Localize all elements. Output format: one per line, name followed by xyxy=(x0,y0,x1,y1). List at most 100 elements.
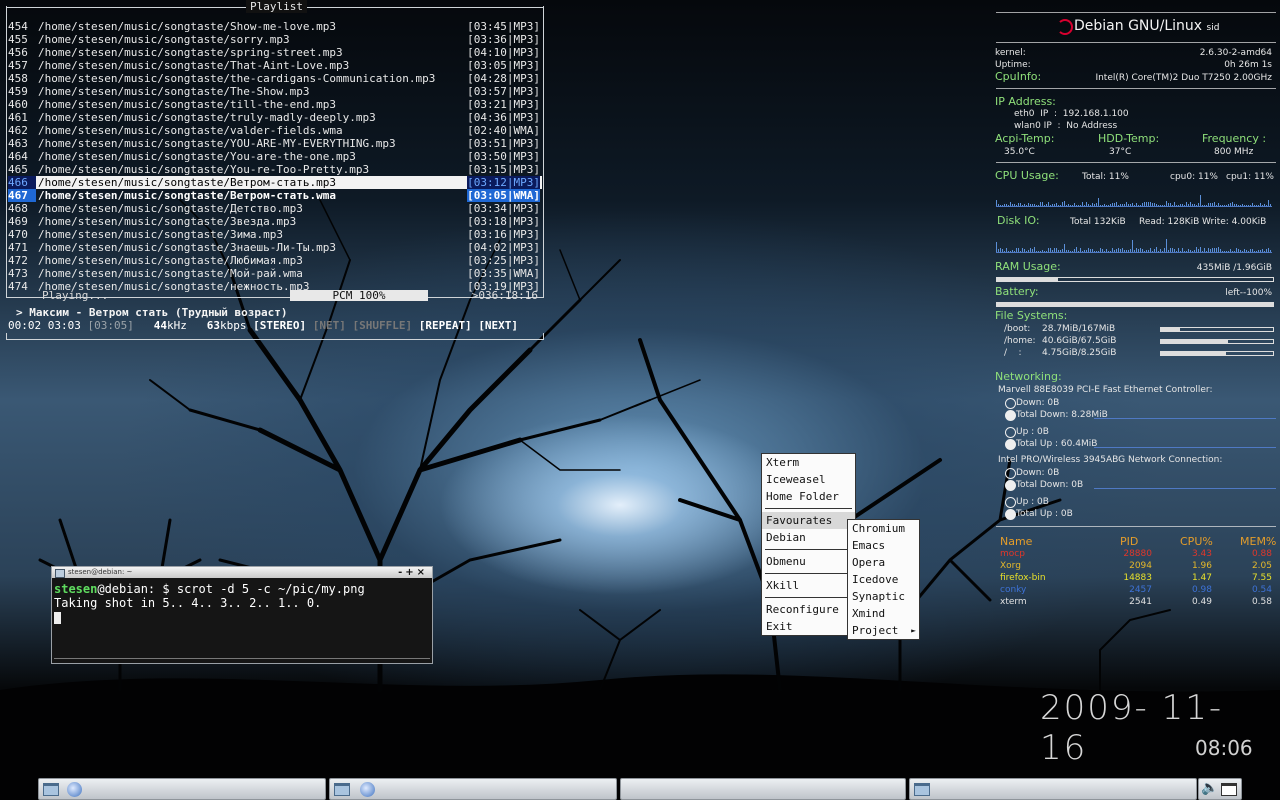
process-mem: 2.05 xyxy=(1251,561,1272,571)
submenu-item-synaptic[interactable]: Synaptic xyxy=(848,588,919,605)
graph-spike xyxy=(1046,251,1047,252)
disk-graph xyxy=(996,238,1272,253)
pcm-volume-bar[interactable]: PCM 100% xyxy=(290,290,428,301)
playlist-row[interactable]: 466/home/stesen/music/songtaste/Ветром-с… xyxy=(8,176,542,189)
graph-spike xyxy=(1014,250,1015,252)
taskbar-segment-2[interactable] xyxy=(329,778,617,800)
graph-spike xyxy=(1058,204,1059,206)
playlist-row[interactable]: 467/home/stesen/music/songtaste/Ветром-с… xyxy=(8,189,542,202)
submenu-item-chromium[interactable]: Chromium xyxy=(848,520,919,537)
graph-spike xyxy=(1108,250,1109,252)
track-num: 458 xyxy=(8,72,28,85)
playlist-row[interactable]: 470/home/stesen/music/songtaste/Зима.mp3… xyxy=(8,228,542,241)
graph-spike xyxy=(1268,248,1269,252)
terminal-scrollbar[interactable] xyxy=(54,658,430,661)
menu-item-iceweasel[interactable]: Iceweasel xyxy=(762,471,855,488)
graph-spike xyxy=(998,249,999,252)
submenu-item-icedove[interactable]: Icedove xyxy=(848,571,919,588)
submenu-item-emacs[interactable]: Emacs xyxy=(848,537,919,554)
graph-spike xyxy=(1052,250,1053,252)
submenu-item-xmind[interactable]: Xmind xyxy=(848,605,919,622)
graph-spike xyxy=(1026,251,1027,252)
playlist-row[interactable]: 460/home/stesen/music/songtaste/till-the… xyxy=(8,98,542,111)
playlist-row[interactable]: 454/home/stesen/music/songtaste/Show-me-… xyxy=(8,20,542,33)
playlist-row[interactable]: 455/home/stesen/music/songtaste/sorry.mp… xyxy=(8,33,542,46)
playlist-row[interactable]: 469/home/stesen/music/songtaste/Звезда.m… xyxy=(8,215,542,228)
graph-spike xyxy=(1006,203,1007,206)
ram-usage: 435MiB /1.96GiB xyxy=(1196,263,1272,273)
taskbar-segment-4[interactable] xyxy=(909,778,1197,800)
playlist-row[interactable]: 462/home/stesen/music/songtaste/valder-f… xyxy=(8,124,542,137)
fs-usage-bar xyxy=(1160,339,1274,344)
playlist-row[interactable]: 464/home/stesen/music/songtaste/You-are-… xyxy=(8,150,542,163)
prompt-host: @debian: $ xyxy=(97,582,177,596)
menu-item-home-folder[interactable]: Home Folder xyxy=(762,488,855,505)
tray-app-icon[interactable] xyxy=(1221,783,1237,796)
playlist-row[interactable]: 465/home/stesen/music/songtaste/You-re-T… xyxy=(8,163,542,176)
graph-spike xyxy=(1112,203,1113,206)
window-icon[interactable] xyxy=(914,783,930,796)
graph-spike xyxy=(1182,204,1183,206)
submenu-item-project[interactable]: Project ► xyxy=(848,622,919,639)
graph-spike xyxy=(1010,251,1011,252)
cpu-total: Total: 11% xyxy=(1082,172,1129,182)
graph-spike xyxy=(1270,249,1271,252)
upload-icon xyxy=(1005,427,1016,438)
graph-spike xyxy=(1106,249,1107,252)
playlist-row[interactable]: 456/home/stesen/music/songtaste/spring-s… xyxy=(8,46,542,59)
track-path: /home/stesen/music/songtaste/Show-me-lov… xyxy=(38,20,337,33)
window-controls[interactable]: -+× xyxy=(398,567,428,578)
playlist-row[interactable]: 457/home/stesen/music/songtaste/That-Ain… xyxy=(8,59,542,72)
graph-spike xyxy=(1116,249,1117,252)
proc-mem-header: MEM% xyxy=(1240,535,1277,548)
menu-item-debian[interactable]: Debian► xyxy=(762,529,855,546)
network-icon[interactable] xyxy=(360,782,375,797)
graph-spike xyxy=(1128,250,1129,252)
playlist-panel[interactable]: Playlist 454/home/stesen/music/songtaste… xyxy=(6,0,544,340)
graph-spike xyxy=(1018,202,1019,206)
menu-item-obmenu[interactable]: Obmenu xyxy=(762,553,855,570)
divider xyxy=(996,12,1276,13)
submenu-item-opera[interactable]: Opera xyxy=(848,554,919,571)
playlist-row[interactable]: 459/home/stesen/music/songtaste/The-Show… xyxy=(8,85,542,98)
playlist-row[interactable]: 473/home/stesen/music/songtaste/Мой-рай.… xyxy=(8,267,542,280)
playlist-row[interactable]: 461/home/stesen/music/songtaste/truly-ma… xyxy=(8,111,542,124)
menu-item-reconfigure[interactable]: Reconfigure xyxy=(762,601,855,618)
menu-item-xterm[interactable]: Xterm xyxy=(762,454,855,471)
root-menu[interactable]: XtermIceweaselHome Folder Favourates► De… xyxy=(761,453,856,636)
menu-item-exit[interactable]: Exit xyxy=(762,618,855,635)
graph-spike xyxy=(1074,248,1075,252)
terminal-window[interactable]: stesen@debian: ~ -+× stesen@debian: $ sc… xyxy=(51,566,433,664)
window-icon[interactable] xyxy=(334,783,350,796)
graph-spike xyxy=(1052,204,1053,206)
graph-spike xyxy=(1130,204,1131,206)
terminal-body[interactable]: stesen@debian: $ scrot -d 5 -c ~/pic/my.… xyxy=(52,578,432,628)
graph-spike xyxy=(1262,205,1263,206)
playlist-row[interactable]: 471/home/stesen/music/songtaste/Знаешь-Л… xyxy=(8,241,542,254)
graph-spike xyxy=(1140,204,1141,206)
graph-spike xyxy=(1266,205,1267,206)
taskbar-segment-3[interactable] xyxy=(620,778,906,800)
playlist-row[interactable]: 463/home/stesen/music/songtaste/YOU-ARE-… xyxy=(8,137,542,150)
show-desktop-icon[interactable] xyxy=(43,783,59,796)
graph-spike xyxy=(1238,249,1239,252)
os-name: Debian GNU/Linux xyxy=(1074,18,1203,34)
playlist-row[interactable]: 458/home/stesen/music/songtaste/the-card… xyxy=(8,72,542,85)
track-path: /home/stesen/music/songtaste/valder-fiel… xyxy=(38,124,343,137)
browser-launcher-icon[interactable] xyxy=(67,782,82,797)
eth0-ip: eth0 IP : 192.168.1.100 xyxy=(1014,109,1129,119)
graph-spike xyxy=(1208,248,1209,252)
graph-spike xyxy=(1110,251,1111,252)
system-tray[interactable]: 🔈 xyxy=(1198,778,1242,800)
playlist-row[interactable]: 472/home/stesen/music/songtaste/Любимая.… xyxy=(8,254,542,267)
taskbar-segment-1[interactable] xyxy=(38,778,326,800)
graph-spike xyxy=(1090,205,1091,206)
playlist-rows[interactable]: 454/home/stesen/music/songtaste/Show-me-… xyxy=(8,20,542,293)
menu-item-favourites[interactable]: Favourates► xyxy=(762,512,855,529)
volume-icon[interactable]: 🔈 xyxy=(1201,780,1218,796)
kernel-label: kernel: xyxy=(995,48,1026,58)
playlist-row[interactable]: 468/home/stesen/music/songtaste/Детство.… xyxy=(8,202,542,215)
menu-item-xkill[interactable]: Xkill xyxy=(762,577,855,594)
terminal-titlebar[interactable]: stesen@debian: ~ -+× xyxy=(52,567,432,578)
favourites-submenu[interactable]: Chromium Emacs Opera Icedove Synaptic Xmind Pr… xyxy=(847,519,920,640)
